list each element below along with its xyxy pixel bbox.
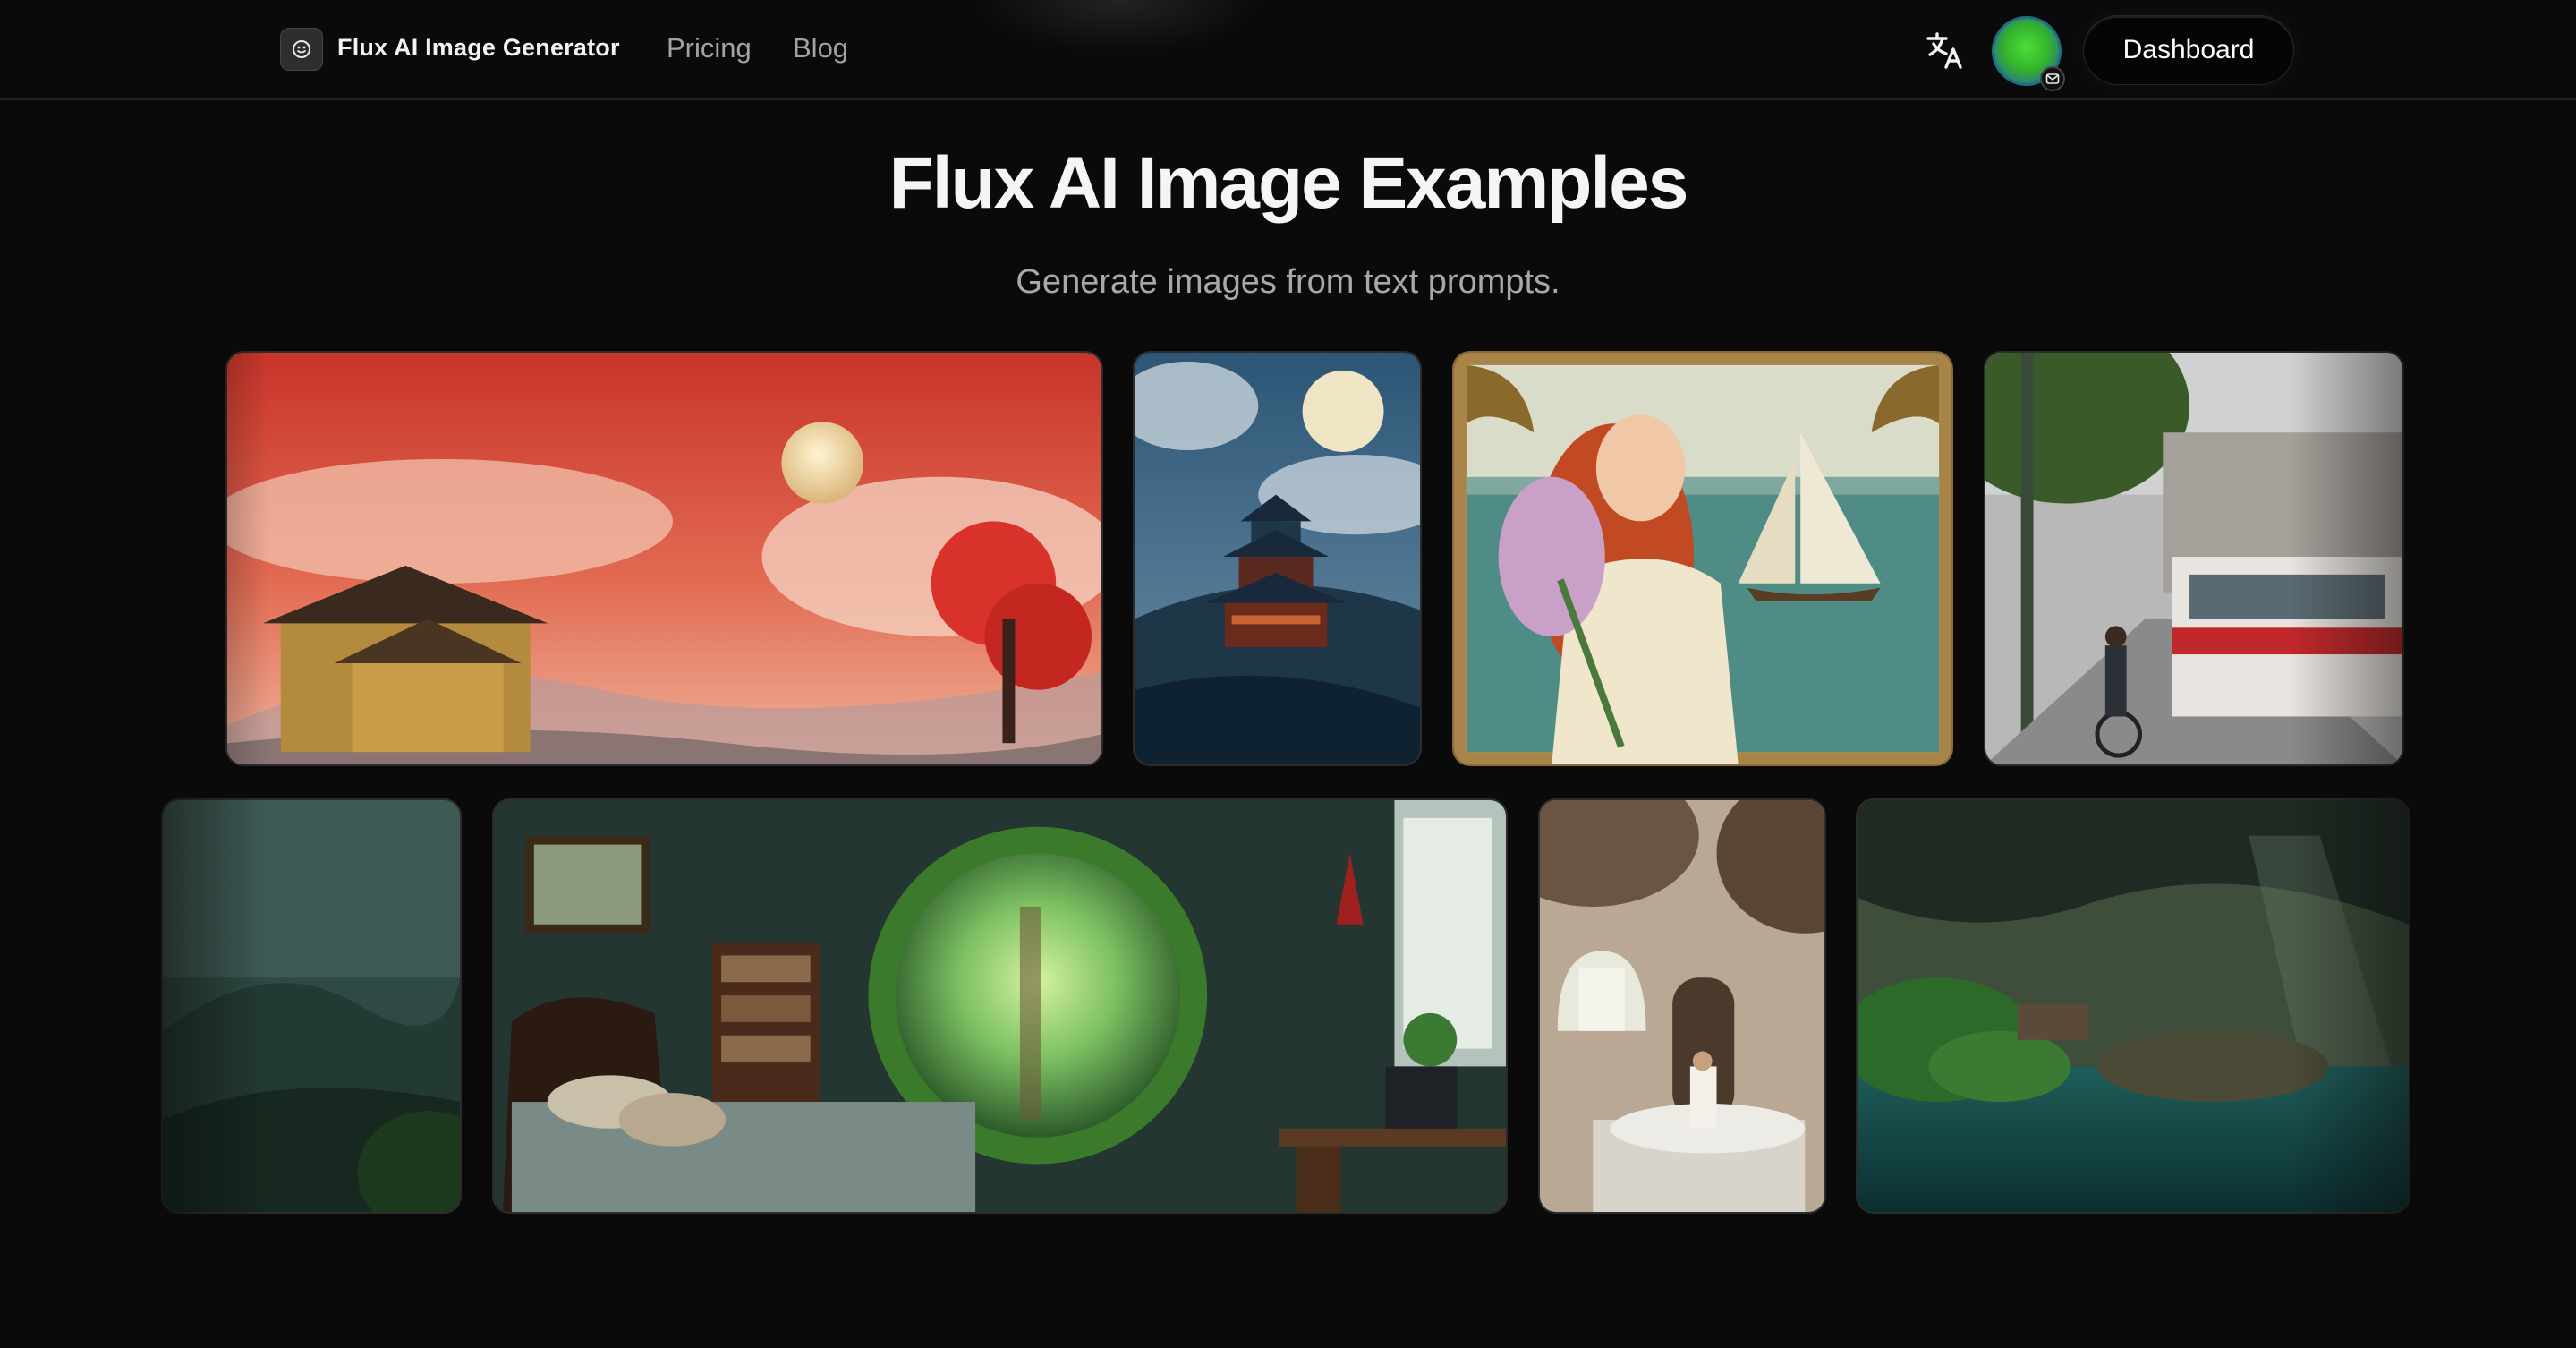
dashboard-button[interactable]: Dashboard: [2083, 15, 2294, 85]
gallery-image-misty-mountains[interactable]: [161, 798, 462, 1214]
gallery-image-art-nouveau[interactable]: [1452, 351, 1953, 766]
sparkle-face-icon: [293, 40, 310, 58]
nav-pricing-link[interactable]: Pricing: [667, 32, 752, 64]
translate-button[interactable]: [1922, 27, 1968, 73]
page-subtitle: Generate images from text prompts.: [1016, 263, 1560, 301]
nav-blog-link[interactable]: Blog: [793, 32, 848, 64]
gallery-image-pagoda[interactable]: [1133, 351, 1422, 766]
gallery-image-bedroom-portal[interactable]: [492, 798, 1508, 1214]
logo-icon[interactable]: [280, 28, 323, 71]
top-nav: Flux AI Image Generator Pricing Blog Das…: [0, 0, 2576, 100]
page: Flux AI Image Generator Pricing Blog Das…: [0, 0, 2576, 1348]
gallery-image-city-street[interactable]: [1984, 351, 2404, 766]
translate-icon: [1926, 32, 1962, 69]
page-title: Flux AI Image Examples: [888, 142, 1689, 224]
mail-icon: [2040, 66, 2065, 91]
gallery-image-cave-lagoon[interactable]: [1856, 798, 2410, 1214]
brand-name[interactable]: Flux AI Image Generator: [337, 34, 620, 62]
gallery-image-red-temple[interactable]: [225, 351, 1103, 766]
gallery-image-cave-bedroom[interactable]: [1538, 798, 1826, 1214]
